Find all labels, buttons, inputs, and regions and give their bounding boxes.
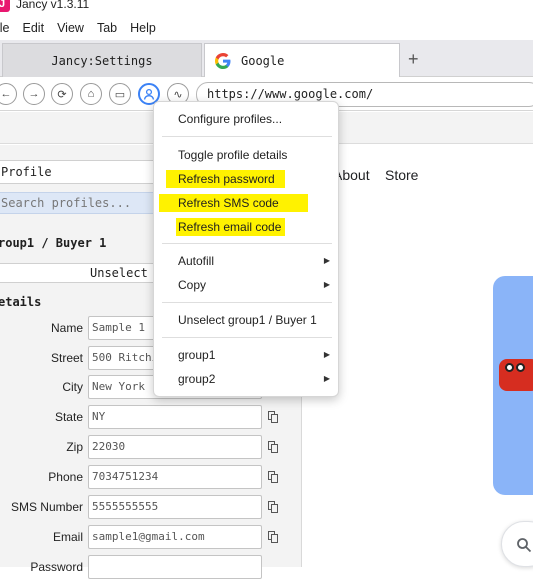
home-icon[interactable]: ⌂ bbox=[80, 83, 102, 105]
field-label: Zip bbox=[66, 440, 83, 454]
menu-item-group1[interactable]: group1 bbox=[178, 348, 215, 362]
menu-separator bbox=[162, 302, 332, 303]
menu-item-group2[interactable]: group2 bbox=[178, 372, 215, 386]
tab-label: Google bbox=[241, 53, 285, 68]
email-field[interactable]: sample1@gmail.com bbox=[88, 525, 262, 549]
field-label: Password bbox=[30, 560, 83, 574]
menu-item-toggle-profile-details[interactable]: Toggle profile details bbox=[178, 148, 287, 162]
field-label: City bbox=[62, 380, 83, 394]
field-label: SMS Number bbox=[10, 500, 83, 514]
title-bar: J Jancy v1.3.11 bbox=[0, 0, 533, 16]
menu-item-refresh-email-code[interactable]: Refresh email code bbox=[176, 218, 286, 236]
field-email: Email sample1@gmail.com bbox=[0, 525, 302, 551]
tab-strip: Jancy:Settings Google + bbox=[0, 40, 533, 77]
tab-google[interactable]: Google bbox=[204, 43, 400, 77]
field-phone: Phone 7034751234 bbox=[0, 465, 302, 491]
unselect-profile-button[interactable]: Unselect Prof bbox=[0, 263, 158, 283]
menu-item-copy[interactable]: Copy bbox=[178, 278, 206, 292]
doodle-eye bbox=[505, 363, 514, 372]
menu-view[interactable]: View bbox=[57, 21, 84, 35]
copy-icon[interactable] bbox=[268, 471, 278, 483]
menu-item-unselect-profile[interactable]: Unselect group1 / Buyer 1 bbox=[178, 313, 317, 327]
field-label: Street bbox=[50, 351, 83, 365]
menu-item-configure-profiles[interactable]: Configure profiles... bbox=[178, 112, 282, 126]
menu-item-refresh-sms-code[interactable]: Refresh SMS code bbox=[159, 194, 308, 212]
field-sms-number: SMS Number 5555555555 bbox=[0, 495, 302, 521]
back-icon[interactable]: ← bbox=[0, 83, 17, 105]
selected-profile-label: roup1 / Buyer 1 bbox=[0, 236, 107, 250]
menu-separator bbox=[162, 337, 332, 338]
menu-help[interactable]: Help bbox=[130, 21, 156, 35]
person-icon bbox=[143, 88, 155, 100]
search-profiles-input[interactable]: Search profiles... bbox=[0, 192, 168, 214]
field-label: State bbox=[54, 410, 83, 424]
tab-jancy-settings[interactable]: Jancy:Settings bbox=[2, 43, 202, 77]
copy-icon[interactable] bbox=[268, 531, 278, 543]
details-heading: etails bbox=[0, 295, 42, 309]
app-logo-icon: J bbox=[0, 0, 10, 12]
google-store-link[interactable]: Store bbox=[385, 167, 418, 183]
password-field[interactable] bbox=[88, 555, 262, 579]
copy-icon[interactable] bbox=[268, 441, 278, 453]
copy-icon[interactable] bbox=[268, 411, 278, 423]
submenu-arrow-icon: ▶ bbox=[323, 350, 330, 359]
tab-label: Jancy:Settings bbox=[51, 53, 153, 68]
google-doodle[interactable] bbox=[493, 276, 533, 495]
chat-icon[interactable]: ▭ bbox=[109, 83, 131, 105]
menu-bar: ile Edit View Tab Help bbox=[0, 18, 533, 38]
doodle-character bbox=[499, 359, 533, 391]
app-title: Jancy v1.3.11 bbox=[16, 0, 90, 11]
menu-separator bbox=[162, 243, 332, 244]
doodle-eye bbox=[516, 363, 525, 372]
submenu-arrow-icon: ▶ bbox=[323, 280, 330, 289]
field-label: Phone bbox=[48, 470, 83, 484]
field-label: Name bbox=[50, 321, 83, 335]
phone-field[interactable]: 7034751234 bbox=[88, 465, 262, 489]
menu-edit[interactable]: Edit bbox=[23, 21, 45, 35]
field-password: Password bbox=[0, 555, 302, 581]
field-label: Email bbox=[52, 530, 83, 544]
menu-file[interactable]: ile bbox=[0, 21, 10, 35]
search-icon bbox=[517, 538, 532, 553]
new-tab-button[interactable]: + bbox=[408, 49, 419, 70]
zip-field[interactable]: 22030 bbox=[88, 435, 262, 459]
sms-number-field[interactable]: 5555555555 bbox=[88, 495, 262, 519]
submenu-arrow-icon: ▶ bbox=[323, 374, 330, 383]
field-zip: Zip 22030 bbox=[0, 435, 302, 461]
submenu-arrow-icon: ▶ bbox=[323, 256, 330, 265]
profile-context-menu: Configure profiles... Toggle profile det… bbox=[153, 101, 339, 397]
forward-icon[interactable]: → bbox=[23, 83, 45, 105]
menu-item-refresh-password[interactable]: Refresh password bbox=[166, 170, 285, 188]
field-state: State NY bbox=[0, 405, 302, 431]
menu-item-autofill[interactable]: Autofill bbox=[178, 254, 214, 268]
google-search-box[interactable] bbox=[501, 521, 533, 567]
state-field[interactable]: NY bbox=[88, 405, 262, 429]
copy-icon[interactable] bbox=[268, 501, 278, 513]
reload-icon[interactable]: ⟳ bbox=[51, 83, 73, 105]
menu-tab[interactable]: Tab bbox=[97, 21, 117, 35]
menu-separator bbox=[162, 136, 332, 137]
google-favicon-icon bbox=[215, 52, 231, 69]
